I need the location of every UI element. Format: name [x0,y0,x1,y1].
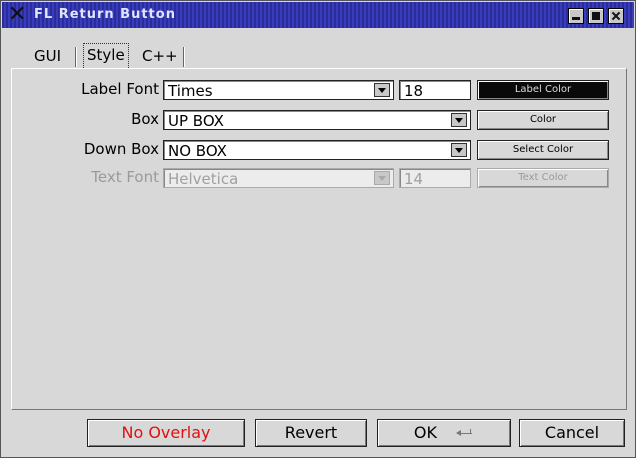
no-overlay-button[interactable]: No Overlay [87,419,245,447]
ok-button-label: OK [413,423,437,442]
chevron-down-icon[interactable] [451,143,467,157]
tab-divider [183,47,184,67]
window-title: FL Return Button [34,7,176,22]
chevron-down-icon[interactable] [374,171,390,185]
tab-style[interactable]: Style [83,43,129,68]
text-font-select[interactable]: Helvetica [163,168,394,188]
tab-gui[interactable]: GUI [31,45,64,67]
down-box-label: Down Box [83,140,159,158]
select-color-button[interactable]: Select Color [477,140,609,160]
label-font-select[interactable]: Times [163,80,394,100]
chevron-down-icon[interactable] [451,113,467,127]
properties-window: ✕ FL Return Button GUI Style C++ Label F… [0,0,636,458]
tab-divider [75,47,76,67]
text-font-label: Text Font [91,168,159,186]
chevron-down-icon[interactable] [374,83,390,97]
return-icon [456,428,474,439]
x-logo-icon: ✕ [8,2,27,27]
down-box-value: NO BOX [168,142,227,160]
ok-button[interactable]: OK [377,419,511,447]
text-font-value: Helvetica [168,170,239,188]
tab-cpp[interactable]: C++ [139,45,181,67]
minimize-icon[interactable] [568,8,584,24]
box-select[interactable]: UP BOX [163,110,471,130]
title-bar[interactable]: ✕ FL Return Button [2,2,634,28]
color-button[interactable]: Color [477,110,609,130]
label-font-value: Times [168,82,213,100]
cancel-button[interactable]: Cancel [519,419,625,447]
label-color-button[interactable]: Label Color [477,80,609,100]
box-value: UP BOX [168,112,224,130]
revert-button[interactable]: Revert [255,419,367,447]
label-size-field[interactable]: 18 [399,80,471,100]
text-color-button[interactable]: Text Color [477,168,609,188]
close-icon[interactable] [608,8,624,24]
box-label: Box [131,110,159,128]
label-font-label: Label Font [81,80,159,98]
maximize-icon[interactable] [588,8,604,24]
down-box-select[interactable]: NO BOX [163,140,471,160]
text-size-field[interactable]: 14 [399,168,471,188]
